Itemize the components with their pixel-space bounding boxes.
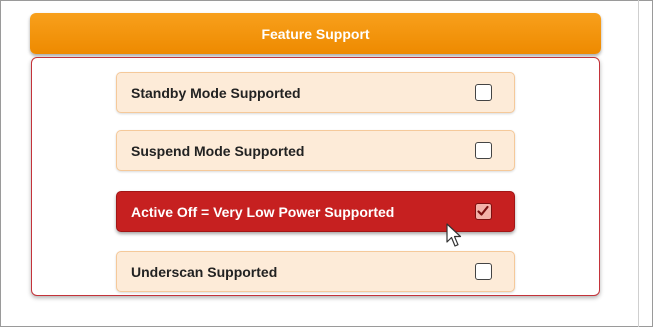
standby-mode-checkbox[interactable] <box>475 84 492 101</box>
frame-divider <box>638 0 639 327</box>
feature-support-title: Feature Support <box>261 25 370 42</box>
checkmark-icon <box>477 205 489 216</box>
underscan-label: Underscan Supported <box>131 263 278 280</box>
active-off-label: Active Off = Very Low Power Supported <box>131 203 395 220</box>
mouse-pointer-icon <box>446 223 462 247</box>
standby-mode-label: Standby Mode Supported <box>131 84 301 101</box>
underscan-row[interactable]: Underscan Supported <box>116 251 515 292</box>
underscan-checkbox[interactable] <box>475 263 492 280</box>
suspend-mode-row[interactable]: Suspend Mode Supported <box>116 130 515 171</box>
feature-support-panel: Standby Mode Supported Suspend Mode Supp… <box>31 57 600 296</box>
active-off-checkbox[interactable] <box>475 203 492 220</box>
feature-support-header[interactable]: Feature Support <box>30 13 601 54</box>
suspend-mode-label: Suspend Mode Supported <box>131 142 305 159</box>
standby-mode-row[interactable]: Standby Mode Supported <box>116 72 515 113</box>
suspend-mode-checkbox[interactable] <box>475 142 492 159</box>
